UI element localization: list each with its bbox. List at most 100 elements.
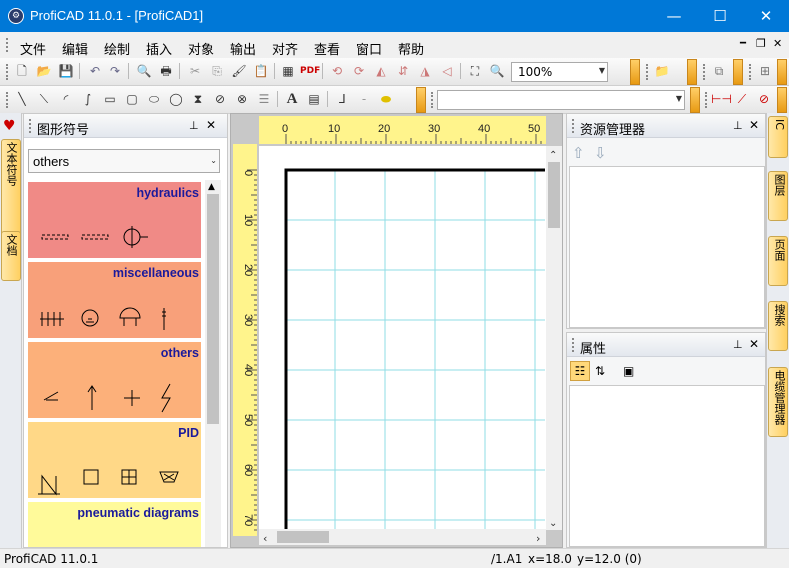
toolbar-overflow[interactable] xyxy=(777,59,787,85)
list-item[interactable]: pneumatic diagrams xyxy=(28,502,201,547)
property-pages-icon[interactable]: ▣ xyxy=(623,361,634,381)
tab-documents[interactable]: 文档 xyxy=(1,231,21,281)
flip-icon[interactable]: ◭ xyxy=(372,62,390,80)
tab-pages[interactable]: 页面 xyxy=(768,236,788,286)
textbox-tool-icon[interactable]: ▤ xyxy=(305,90,323,108)
menu-view[interactable]: 查看 xyxy=(314,39,340,58)
panel-grip[interactable] xyxy=(572,119,575,133)
copy-icon[interactable]: ⎘ xyxy=(208,62,226,80)
menu-draw[interactable]: 绘制 xyxy=(104,39,130,58)
print-icon[interactable]: 🖶 xyxy=(157,62,175,80)
menu-window[interactable]: 窗口 xyxy=(356,39,382,58)
open-folder-icon[interactable]: 📂 xyxy=(35,62,53,80)
scrollbar-thumb[interactable] xyxy=(207,194,219,424)
bezier-tool-icon[interactable]: ∫ xyxy=(79,90,97,108)
drawing-area[interactable]: 0 10 20 30 40 50 0 10 20 30 40 50 60 70 … xyxy=(230,113,563,548)
slashed-ellipse-tool-icon[interactable]: ⊘ xyxy=(211,90,229,108)
new-file-icon[interactable]: 🗋 xyxy=(13,62,31,80)
explorer-tree[interactable] xyxy=(569,166,765,328)
drawing-canvas[interactable]: 0 10 20 30 40 50 0 10 20 30 40 50 60 70 … xyxy=(231,114,562,547)
ellipse-tool-icon[interactable]: ⬭ xyxy=(145,90,163,108)
pin-icon[interactable]: ⊥ xyxy=(189,119,199,132)
undo-icon[interactable]: ↶ xyxy=(86,62,104,80)
line-tool-icon[interactable]: ╲ xyxy=(13,90,31,108)
mirror-horizontal-icon[interactable]: ◁ xyxy=(438,62,456,80)
arc-tool-icon[interactable]: ◜ xyxy=(57,90,75,108)
menu-file[interactable]: 文件 xyxy=(20,39,46,58)
menu-output[interactable]: 输出 xyxy=(230,39,256,58)
app-logo-icon[interactable]: ⚙ xyxy=(8,8,24,24)
tab-text-symbols[interactable]: 文本符号 xyxy=(1,139,21,239)
flip-vertical-icon[interactable]: ⇵ xyxy=(394,62,412,80)
hourglass-tool-icon[interactable]: ⧗ xyxy=(189,90,207,108)
pin-icon[interactable]: ⊥ xyxy=(733,338,743,351)
rotate-right-icon[interactable]: ⟳ xyxy=(350,62,368,80)
arrow-down-icon[interactable]: ⇩ xyxy=(594,144,607,162)
dimension-tool-icon[interactable]: ⊢⊣ xyxy=(711,90,732,108)
scroll-up-icon[interactable]: ▲ xyxy=(208,182,215,192)
pin-icon[interactable]: ⊥ xyxy=(733,119,743,132)
list-item[interactable]: hydraulics xyxy=(28,182,201,260)
save-icon[interactable]: 💾 xyxy=(57,62,75,80)
style-combo[interactable]: ▼ xyxy=(437,90,685,110)
tab-cable-manager[interactable]: 电缆管理器 xyxy=(768,367,788,437)
menu-align[interactable]: 对齐 xyxy=(272,39,298,58)
paste-icon[interactable]: 📋 xyxy=(252,62,270,80)
toolbar-grip[interactable] xyxy=(705,92,708,108)
maximize-button[interactable]: ☐ xyxy=(697,0,743,32)
mdi-close-button[interactable]: ✕ xyxy=(773,37,782,50)
mdi-minimize-button[interactable]: ━ xyxy=(740,38,746,49)
export-image-icon[interactable]: ▦ xyxy=(279,62,297,80)
menu-grip[interactable] xyxy=(6,38,9,52)
toolbar-overflow[interactable] xyxy=(630,59,640,85)
text-tool-icon[interactable]: A xyxy=(283,90,301,108)
panel-close-button[interactable]: ✕ xyxy=(749,337,759,351)
rounded-rect-tool-icon[interactable]: ▢ xyxy=(123,90,141,108)
favorites-icon[interactable]: ♥ xyxy=(3,118,19,134)
mirror-icon[interactable]: ◮ xyxy=(416,62,434,80)
format-painter-icon[interactable]: 🖌 xyxy=(230,62,248,80)
menu-help[interactable]: 帮助 xyxy=(398,39,424,58)
page-setup-icon[interactable]: ⧉ xyxy=(710,62,728,80)
panel-grip[interactable] xyxy=(29,119,32,133)
toolbar-overflow[interactable] xyxy=(777,87,787,113)
toolbar-grip[interactable] xyxy=(6,92,9,108)
arrow-up-icon[interactable]: ⇧ xyxy=(572,144,585,162)
menu-edit[interactable]: 编辑 xyxy=(62,39,88,58)
zoom-combo[interactable]: 100% ▼ xyxy=(511,62,608,82)
toolbar-grip[interactable] xyxy=(431,92,434,108)
folder-icon[interactable]: 📁 xyxy=(653,62,671,80)
wire-tool-icon[interactable]: ᒧ xyxy=(333,90,351,108)
list-item[interactable]: miscellaneous xyxy=(28,262,201,340)
no-symbol-icon[interactable]: ⊘ xyxy=(755,90,773,108)
measure-tool-icon[interactable]: ⟋ xyxy=(733,90,751,108)
minimize-button[interactable]: — xyxy=(651,0,697,32)
label-tool-icon[interactable]: ⬬ xyxy=(377,90,395,108)
pdf-icon[interactable]: PDF xyxy=(300,62,320,80)
cut-icon[interactable]: ✂ xyxy=(186,62,204,80)
menu-object[interactable]: 对象 xyxy=(188,39,214,58)
rectangle-tool-icon[interactable]: ▭ xyxy=(101,90,119,108)
tab-search[interactable]: 搜索 xyxy=(768,301,788,351)
tab-layers[interactable]: 图层 xyxy=(768,171,788,221)
toolbar-overflow[interactable] xyxy=(416,87,426,113)
print-preview-icon[interactable]: 🔍 xyxy=(135,62,153,80)
toolbar-grip[interactable] xyxy=(6,64,9,80)
zoom-fit-icon[interactable]: ⛶ xyxy=(466,62,484,80)
rotate-left-icon[interactable]: ⟲ xyxy=(328,62,346,80)
toolbar-overflow[interactable] xyxy=(687,59,697,85)
layout-icon[interactable]: ⊞ xyxy=(756,62,774,80)
polyline-tool-icon[interactable]: ⟍ xyxy=(35,90,53,108)
property-grid[interactable] xyxy=(569,385,765,547)
toolbar-grip[interactable] xyxy=(703,64,706,80)
tab-ic[interactable]: IC xyxy=(768,116,788,158)
zoom-icon[interactable]: 🔍 xyxy=(488,62,506,80)
close-button[interactable]: ✕ xyxy=(743,0,789,32)
toolbar-overflow[interactable] xyxy=(733,59,743,85)
sort-az-icon[interactable]: ⇅ xyxy=(595,361,605,381)
toolbar-grip[interactable] xyxy=(646,64,649,80)
mdi-restore-button[interactable]: ❐ xyxy=(756,37,766,50)
list-item[interactable]: others xyxy=(28,342,201,420)
junction-tool-icon[interactable]: -+- xyxy=(355,90,373,124)
toolbar-grip[interactable] xyxy=(749,64,752,80)
